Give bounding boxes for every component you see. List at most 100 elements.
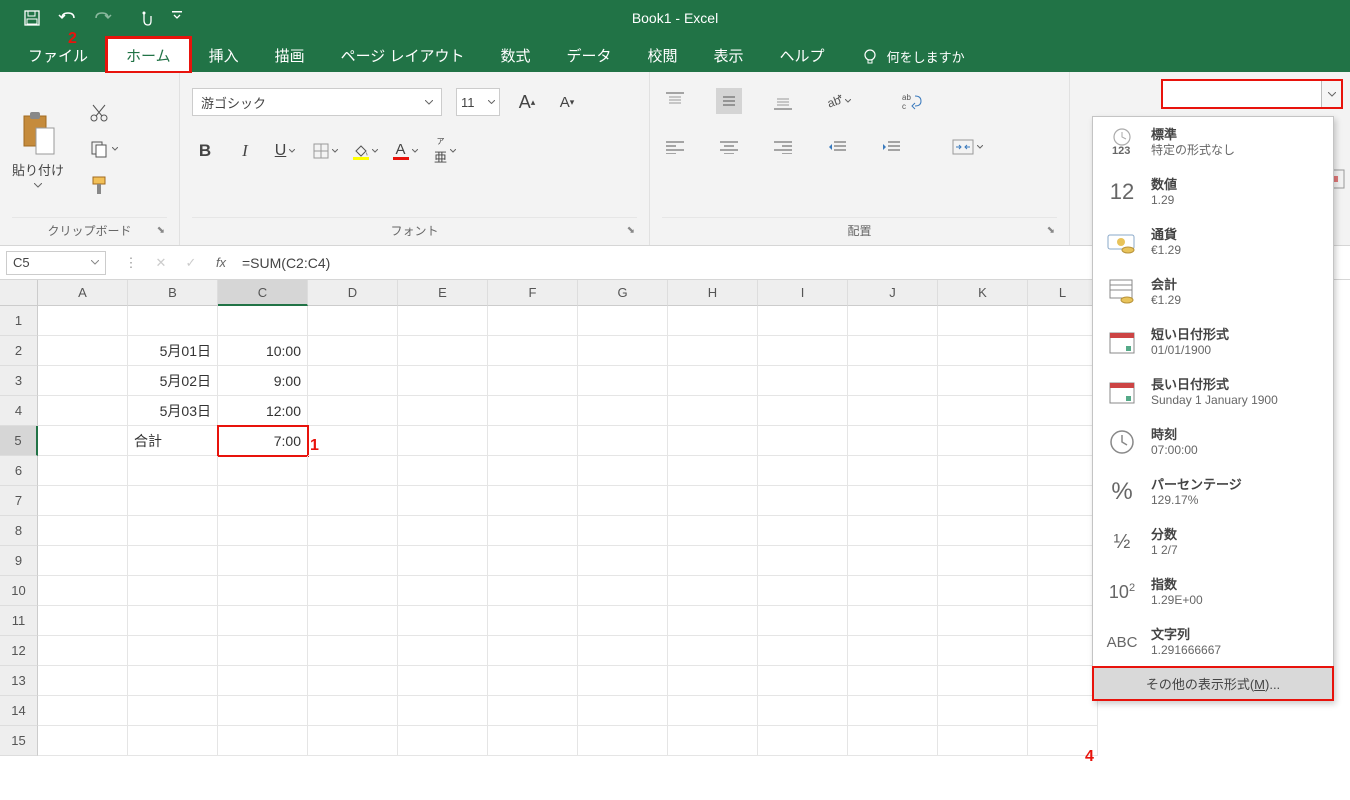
increase-indent-icon[interactable] (878, 134, 904, 160)
cell-K5[interactable] (938, 426, 1028, 456)
cell-K10[interactable] (938, 576, 1028, 606)
cell-L5[interactable] (1028, 426, 1098, 456)
cell-E3[interactable] (398, 366, 488, 396)
cell-C10[interactable] (218, 576, 308, 606)
cell-F1[interactable] (488, 306, 578, 336)
cell-H7[interactable] (668, 486, 758, 516)
cell-F7[interactable] (488, 486, 578, 516)
cell-A9[interactable] (38, 546, 128, 576)
cell-H9[interactable] (668, 546, 758, 576)
cell-C13[interactable] (218, 666, 308, 696)
cell-F11[interactable] (488, 606, 578, 636)
cell-B13[interactable] (128, 666, 218, 696)
cell-K3[interactable] (938, 366, 1028, 396)
cell-B8[interactable] (128, 516, 218, 546)
cell-L14[interactable] (1028, 696, 1098, 726)
column-header-C[interactable]: C (218, 280, 308, 306)
tab-help[interactable]: ヘルプ (762, 39, 843, 72)
number-format-select[interactable] (1162, 80, 1342, 108)
cell-F14[interactable] (488, 696, 578, 726)
cell-C8[interactable] (218, 516, 308, 546)
cell-A3[interactable] (38, 366, 128, 396)
increase-font-icon[interactable]: A▴ (514, 89, 540, 115)
number-format-option-4[interactable]: 短い日付形式01/01/1900 (1093, 317, 1333, 367)
cell-I9[interactable] (758, 546, 848, 576)
cell-B3[interactable]: 5月02日 (128, 366, 218, 396)
tab-insert[interactable]: 挿入 (191, 39, 257, 72)
column-header-A[interactable]: A (38, 280, 128, 306)
cell-A6[interactable] (38, 456, 128, 486)
cell-C2[interactable]: 10:00 (218, 336, 308, 366)
cell-H1[interactable] (668, 306, 758, 336)
cell-B7[interactable] (128, 486, 218, 516)
cell-H11[interactable] (668, 606, 758, 636)
cell-I3[interactable] (758, 366, 848, 396)
cell-H5[interactable] (668, 426, 758, 456)
cell-K13[interactable] (938, 666, 1028, 696)
more-number-formats-button[interactable]: その他の表示形式(M)... (1093, 667, 1333, 700)
row-header-15[interactable]: 15 (0, 726, 38, 756)
number-format-option-1[interactable]: 12数値1.29 (1093, 167, 1333, 217)
decrease-indent-icon[interactable] (824, 134, 850, 160)
cell-E7[interactable] (398, 486, 488, 516)
cell-I11[interactable] (758, 606, 848, 636)
cell-I13[interactable] (758, 666, 848, 696)
cell-G8[interactable] (578, 516, 668, 546)
cell-B10[interactable] (128, 576, 218, 606)
cell-F10[interactable] (488, 576, 578, 606)
cell-A11[interactable] (38, 606, 128, 636)
cell-C11[interactable] (218, 606, 308, 636)
cell-G12[interactable] (578, 636, 668, 666)
cell-A14[interactable] (38, 696, 128, 726)
cell-E13[interactable] (398, 666, 488, 696)
cell-G15[interactable] (578, 726, 668, 756)
cell-B5[interactable]: 合計 (128, 426, 218, 456)
tab-review[interactable]: 校閲 (630, 39, 696, 72)
row-header-7[interactable]: 7 (0, 486, 38, 516)
bold-button[interactable]: B (192, 138, 218, 164)
cell-J15[interactable] (848, 726, 938, 756)
dialog-launcher-icon[interactable]: ⬊ (1047, 225, 1055, 236)
row-header-12[interactable]: 12 (0, 636, 38, 666)
cell-C1[interactable] (218, 306, 308, 336)
cut-icon[interactable] (90, 104, 118, 122)
cell-B15[interactable] (128, 726, 218, 756)
row-header-13[interactable]: 13 (0, 666, 38, 696)
cell-J14[interactable] (848, 696, 938, 726)
row-header-6[interactable]: 6 (0, 456, 38, 486)
cell-G11[interactable] (578, 606, 668, 636)
select-all-corner[interactable] (0, 280, 38, 306)
cell-C6[interactable] (218, 456, 308, 486)
align-top-icon[interactable] (662, 88, 688, 114)
row-header-2[interactable]: 2 (0, 336, 38, 366)
cell-I10[interactable] (758, 576, 848, 606)
cell-A13[interactable] (38, 666, 128, 696)
cell-I12[interactable] (758, 636, 848, 666)
cell-I8[interactable] (758, 516, 848, 546)
font-size-select[interactable]: 11 (456, 88, 500, 116)
cell-H14[interactable] (668, 696, 758, 726)
row-header-14[interactable]: 14 (0, 696, 38, 726)
row-header-10[interactable]: 10 (0, 576, 38, 606)
wrap-text-icon[interactable]: abc (899, 88, 925, 114)
copy-icon[interactable] (90, 140, 118, 158)
cell-A2[interactable] (38, 336, 128, 366)
cell-G5[interactable] (578, 426, 668, 456)
cell-D1[interactable] (308, 306, 398, 336)
cell-B14[interactable] (128, 696, 218, 726)
chevron-down-icon[interactable] (1321, 81, 1341, 107)
tab-pagelayout[interactable]: ページ レイアウト (323, 39, 483, 72)
cell-F15[interactable] (488, 726, 578, 756)
tab-draw[interactable]: 描画 (257, 39, 323, 72)
cell-C4[interactable]: 12:00 (218, 396, 308, 426)
cell-J13[interactable] (848, 666, 938, 696)
cell-J6[interactable] (848, 456, 938, 486)
cell-L1[interactable] (1028, 306, 1098, 336)
column-header-I[interactable]: I (758, 280, 848, 306)
number-format-option-6[interactable]: 時刻07:00:00 (1093, 417, 1333, 467)
cell-J1[interactable] (848, 306, 938, 336)
cell-I2[interactable] (758, 336, 848, 366)
row-header-4[interactable]: 4 (0, 396, 38, 426)
column-header-K[interactable]: K (938, 280, 1028, 306)
cell-H8[interactable] (668, 516, 758, 546)
